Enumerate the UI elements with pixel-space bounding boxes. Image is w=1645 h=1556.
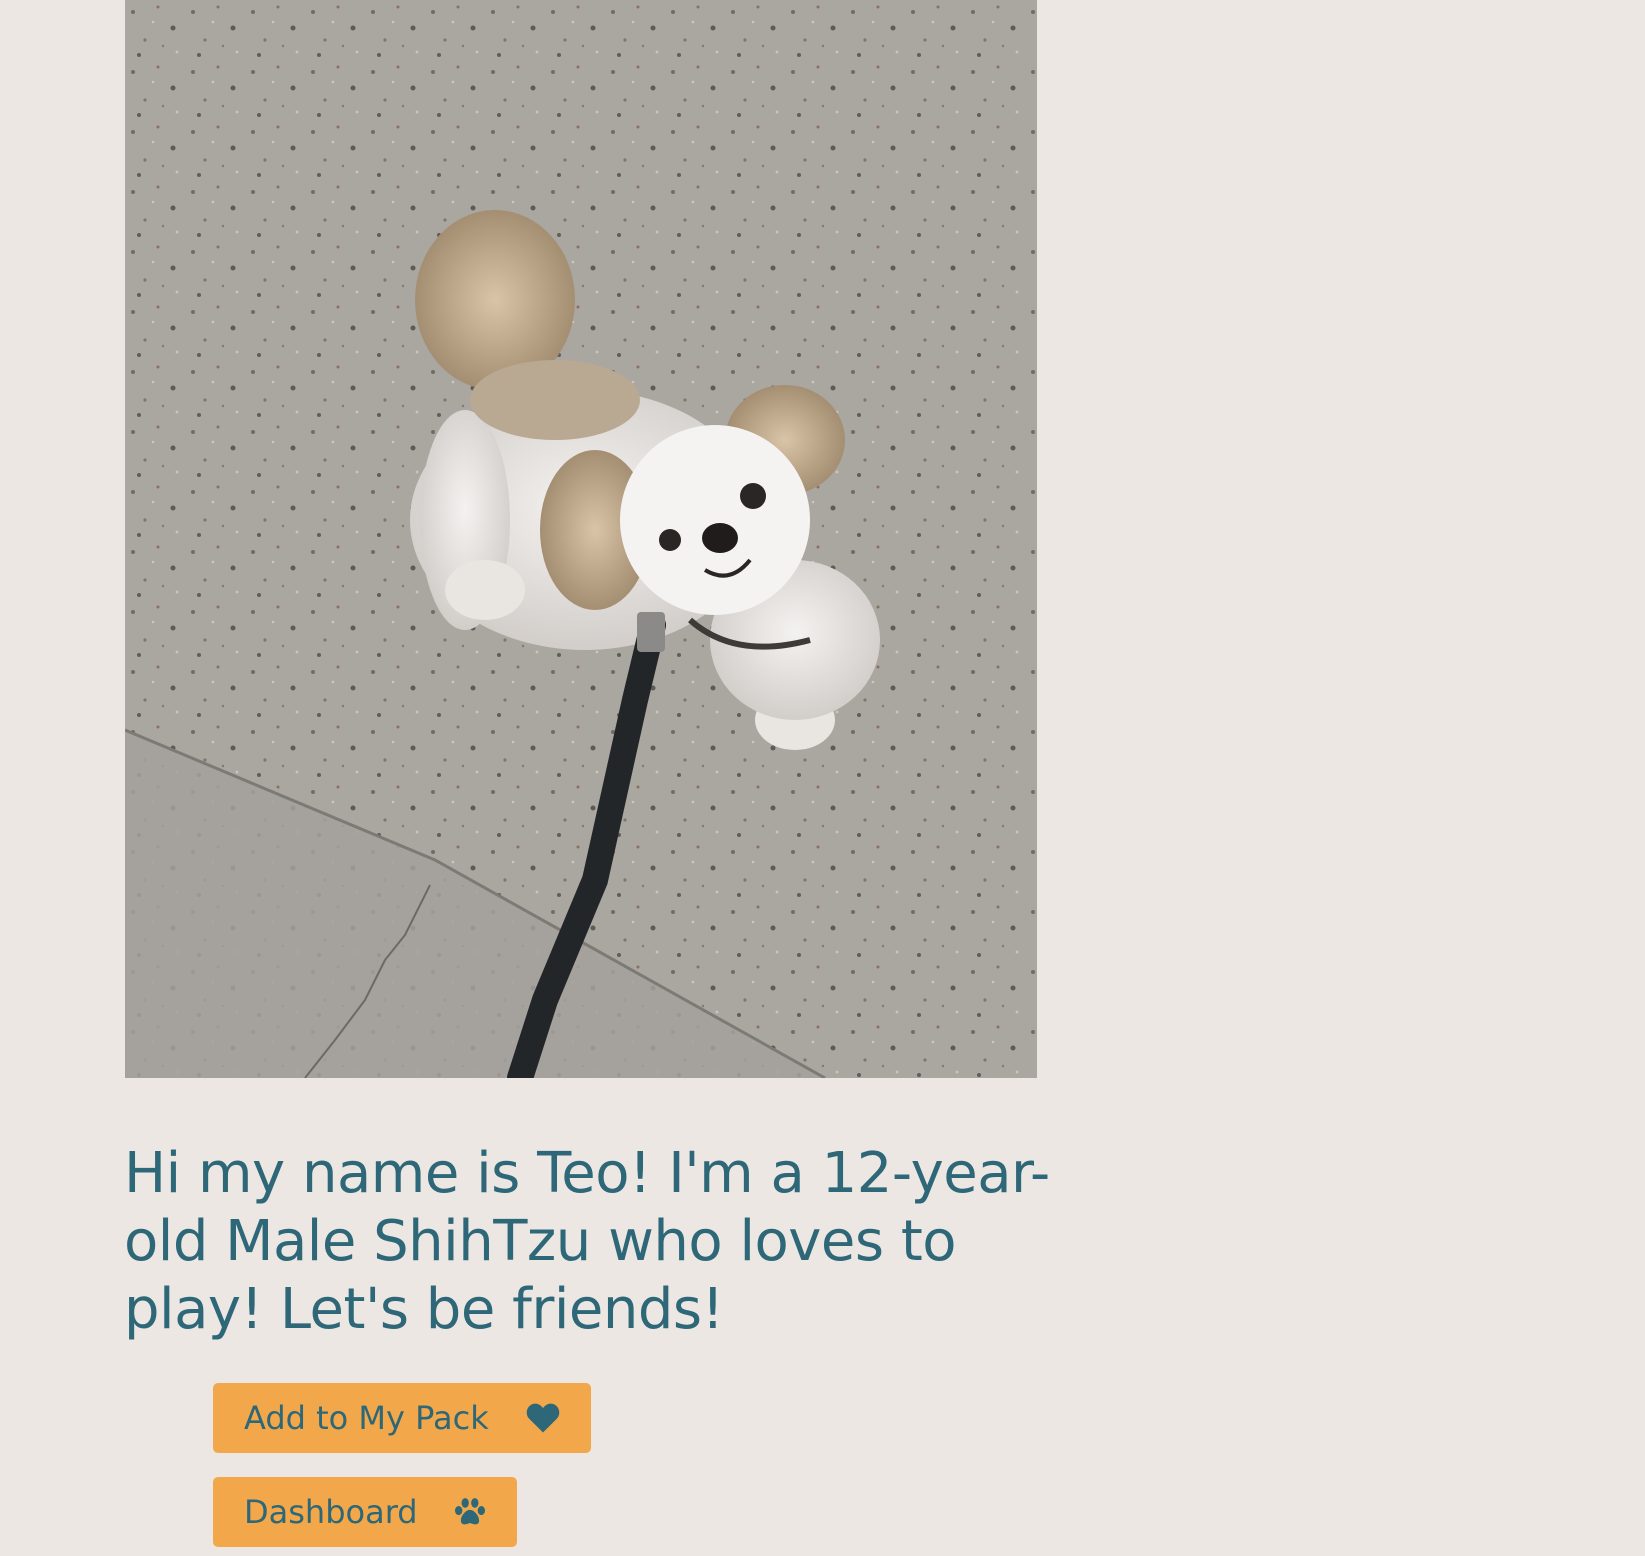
dashboard-button[interactable]: Dashboard <box>213 1477 517 1547</box>
add-to-pack-button[interactable]: Add to My Pack <box>213 1383 591 1453</box>
heart-icon <box>525 1402 561 1434</box>
dog-bio: Hi my name is Teo! I'm a 12-year-old Mal… <box>124 1141 1050 1342</box>
add-to-pack-label: Add to My Pack <box>244 1399 489 1437</box>
dog-photo-illustration <box>125 0 1037 1078</box>
dog-photo <box>125 0 1037 1078</box>
paw-icon <box>453 1496 487 1528</box>
dashboard-label: Dashboard <box>244 1493 418 1531</box>
